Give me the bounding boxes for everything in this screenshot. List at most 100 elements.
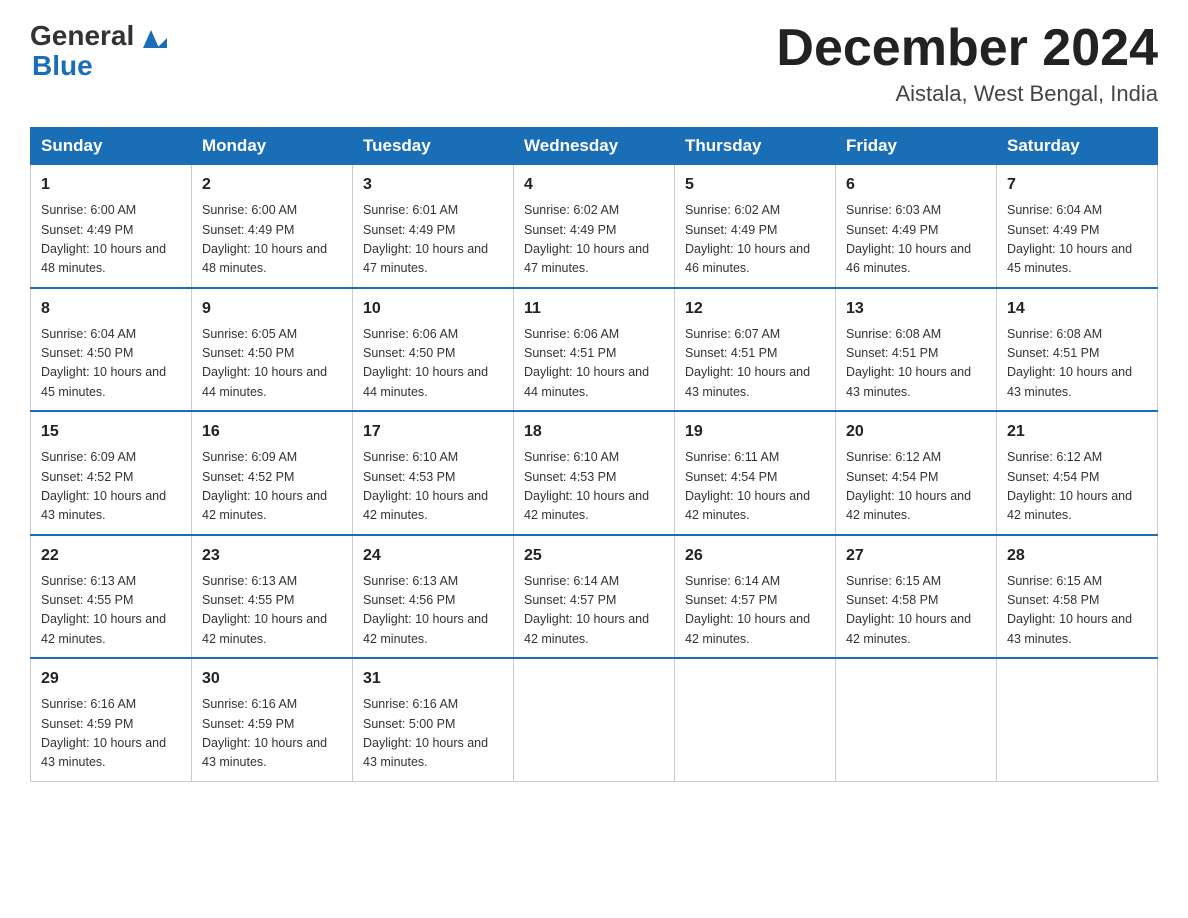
calendar-week-row: 8 Sunrise: 6:04 AMSunset: 4:50 PMDaylight… — [31, 288, 1158, 412]
day-number: 10 — [363, 297, 503, 321]
day-number: 27 — [846, 544, 986, 568]
calendar-cell: 21 Sunrise: 6:12 AMSunset: 4:54 PMDayligh… — [997, 411, 1158, 535]
day-number: 30 — [202, 667, 342, 691]
day-info: Sunrise: 6:06 AMSunset: 4:50 PMDaylight:… — [363, 325, 503, 403]
calendar-cell: 9Sunrise: 6:05 AMSunset: 4:50 PMDaylight… — [192, 288, 353, 412]
day-number: 15 — [41, 420, 181, 444]
month-title: December 2024 — [776, 20, 1158, 77]
col-thursday: Thursday — [675, 128, 836, 165]
calendar-cell: 12 Sunrise: 6:07 AMSunset: 4:51 PMDayligh… — [675, 288, 836, 412]
calendar-cell: 22Sunrise: 6:13 AMSunset: 4:55 PMDayligh… — [31, 535, 192, 659]
day-info: Sunrise: 6:13 AMSunset: 4:56 PMDaylight:… — [363, 572, 503, 650]
logo: General Blue — [30, 20, 168, 82]
calendar-header-row: Sunday Monday Tuesday Wednesday Thursday… — [31, 128, 1158, 165]
calendar-cell: 27Sunrise: 6:15 AMSunset: 4:58 PMDayligh… — [836, 535, 997, 659]
day-number: 11 — [524, 297, 664, 321]
calendar-cell: 16 Sunrise: 6:09 AMSunset: 4:52 PMDayligh… — [192, 411, 353, 535]
day-number: 23 — [202, 544, 342, 568]
calendar-cell: 17Sunrise: 6:10 AMSunset: 4:53 PMDayligh… — [353, 411, 514, 535]
day-number: 25 — [524, 544, 664, 568]
col-monday: Monday — [192, 128, 353, 165]
day-number: 14 — [1007, 297, 1147, 321]
calendar-cell: 1 Sunrise: 6:00 AMSunset: 4:49 PMDaylight… — [31, 165, 192, 288]
title-block: December 2024 Aistala, West Bengal, Indi… — [776, 20, 1158, 107]
calendar-cell: 24 Sunrise: 6:13 AMSunset: 4:56 PMDayligh… — [353, 535, 514, 659]
calendar-cell: 14 Sunrise: 6:08 AMSunset: 4:51 PMDayligh… — [997, 288, 1158, 412]
day-number: 18 — [524, 420, 664, 444]
calendar-cell — [997, 658, 1158, 781]
day-number: 2 — [202, 173, 342, 197]
calendar-cell: 3Sunrise: 6:01 AMSunset: 4:49 PMDaylight… — [353, 165, 514, 288]
col-wednesday: Wednesday — [514, 128, 675, 165]
day-number: 19 — [685, 420, 825, 444]
day-info: Sunrise: 6:16 AMSunset: 4:59 PMDaylight:… — [41, 695, 181, 773]
calendar-week-row: 29Sunrise: 6:16 AMSunset: 4:59 PMDayligh… — [31, 658, 1158, 781]
location-title: Aistala, West Bengal, India — [776, 81, 1158, 107]
day-info: Sunrise: 6:06 AMSunset: 4:51 PMDaylight:… — [524, 325, 664, 403]
day-number: 16 — [202, 420, 342, 444]
day-info: Sunrise: 6:00 AMSunset: 4:49 PMDaylight:… — [41, 201, 181, 279]
day-number: 20 — [846, 420, 986, 444]
calendar-week-row: 1 Sunrise: 6:00 AMSunset: 4:49 PMDaylight… — [31, 165, 1158, 288]
calendar-cell: 26Sunrise: 6:14 AMSunset: 4:57 PMDayligh… — [675, 535, 836, 659]
calendar-cell: 28Sunrise: 6:15 AMSunset: 4:58 PMDayligh… — [997, 535, 1158, 659]
day-info: Sunrise: 6:02 AMSunset: 4:49 PMDaylight:… — [524, 201, 664, 279]
calendar-cell: 5Sunrise: 6:02 AMSunset: 4:49 PMDaylight… — [675, 165, 836, 288]
calendar-cell: 7 Sunrise: 6:04 AMSunset: 4:49 PMDaylight… — [997, 165, 1158, 288]
day-info: Sunrise: 6:09 AMSunset: 4:52 PMDaylight:… — [41, 448, 181, 526]
day-info: Sunrise: 6:16 AMSunset: 4:59 PMDaylight:… — [202, 695, 342, 773]
day-info: Sunrise: 6:16 AMSunset: 5:00 PMDaylight:… — [363, 695, 503, 773]
calendar-cell: 31 Sunrise: 6:16 AMSunset: 5:00 PMDayligh… — [353, 658, 514, 781]
calendar-cell: 23 Sunrise: 6:13 AMSunset: 4:55 PMDayligh… — [192, 535, 353, 659]
calendar-cell: 19 Sunrise: 6:11 AMSunset: 4:54 PMDayligh… — [675, 411, 836, 535]
day-info: Sunrise: 6:12 AMSunset: 4:54 PMDaylight:… — [1007, 448, 1147, 526]
calendar-cell — [836, 658, 997, 781]
day-number: 1 — [41, 173, 181, 197]
calendar-cell: 18Sunrise: 6:10 AMSunset: 4:53 PMDayligh… — [514, 411, 675, 535]
day-info: Sunrise: 6:12 AMSunset: 4:54 PMDaylight:… — [846, 448, 986, 526]
day-info: Sunrise: 6:14 AMSunset: 4:57 PMDaylight:… — [524, 572, 664, 650]
day-info: Sunrise: 6:02 AMSunset: 4:49 PMDaylight:… — [685, 201, 825, 279]
day-number: 31 — [363, 667, 503, 691]
calendar-table: Sunday Monday Tuesday Wednesday Thursday… — [30, 127, 1158, 782]
calendar-cell: 25 Sunrise: 6:14 AMSunset: 4:57 PMDayligh… — [514, 535, 675, 659]
col-friday: Friday — [836, 128, 997, 165]
day-info: Sunrise: 6:11 AMSunset: 4:54 PMDaylight:… — [685, 448, 825, 526]
logo-general-text: General — [30, 20, 134, 52]
day-info: Sunrise: 6:10 AMSunset: 4:53 PMDaylight:… — [363, 448, 503, 526]
day-number: 8 — [41, 297, 181, 321]
day-number: 12 — [685, 297, 825, 321]
calendar-cell: 6Sunrise: 6:03 AMSunset: 4:49 PMDaylight… — [836, 165, 997, 288]
calendar-cell: 4 Sunrise: 6:02 AMSunset: 4:49 PMDaylight… — [514, 165, 675, 288]
calendar-cell: 15 Sunrise: 6:09 AMSunset: 4:52 PMDayligh… — [31, 411, 192, 535]
calendar-cell: 2 Sunrise: 6:00 AMSunset: 4:49 PMDaylight… — [192, 165, 353, 288]
day-number: 3 — [363, 173, 503, 197]
day-number: 7 — [1007, 173, 1147, 197]
calendar-cell — [675, 658, 836, 781]
day-number: 24 — [363, 544, 503, 568]
calendar-cell: 11 Sunrise: 6:06 AMSunset: 4:51 PMDayligh… — [514, 288, 675, 412]
day-info: Sunrise: 6:15 AMSunset: 4:58 PMDaylight:… — [1007, 572, 1147, 650]
day-info: Sunrise: 6:04 AMSunset: 4:50 PMDaylight:… — [41, 325, 181, 403]
day-info: Sunrise: 6:13 AMSunset: 4:55 PMDaylight:… — [41, 572, 181, 650]
calendar-cell: 8 Sunrise: 6:04 AMSunset: 4:50 PMDaylight… — [31, 288, 192, 412]
day-info: Sunrise: 6:08 AMSunset: 4:51 PMDaylight:… — [1007, 325, 1147, 403]
day-info: Sunrise: 6:00 AMSunset: 4:49 PMDaylight:… — [202, 201, 342, 279]
day-number: 4 — [524, 173, 664, 197]
day-info: Sunrise: 6:03 AMSunset: 4:49 PMDaylight:… — [846, 201, 986, 279]
day-info: Sunrise: 6:07 AMSunset: 4:51 PMDaylight:… — [685, 325, 825, 403]
day-number: 21 — [1007, 420, 1147, 444]
day-info: Sunrise: 6:04 AMSunset: 4:49 PMDaylight:… — [1007, 201, 1147, 279]
logo-blue-text: Blue — [32, 50, 93, 81]
day-info: Sunrise: 6:08 AMSunset: 4:51 PMDaylight:… — [846, 325, 986, 403]
col-sunday: Sunday — [31, 128, 192, 165]
page-header: General Blue December 2024 Aistala, West… — [30, 20, 1158, 107]
day-info: Sunrise: 6:13 AMSunset: 4:55 PMDaylight:… — [202, 572, 342, 650]
calendar-cell: 20 Sunrise: 6:12 AMSunset: 4:54 PMDayligh… — [836, 411, 997, 535]
calendar-cell: 29Sunrise: 6:16 AMSunset: 4:59 PMDayligh… — [31, 658, 192, 781]
calendar-week-row: 15 Sunrise: 6:09 AMSunset: 4:52 PMDayligh… — [31, 411, 1158, 535]
calendar-cell: 10 Sunrise: 6:06 AMSunset: 4:50 PMDayligh… — [353, 288, 514, 412]
day-info: Sunrise: 6:14 AMSunset: 4:57 PMDaylight:… — [685, 572, 825, 650]
day-info: Sunrise: 6:09 AMSunset: 4:52 PMDaylight:… — [202, 448, 342, 526]
calendar-cell — [514, 658, 675, 781]
